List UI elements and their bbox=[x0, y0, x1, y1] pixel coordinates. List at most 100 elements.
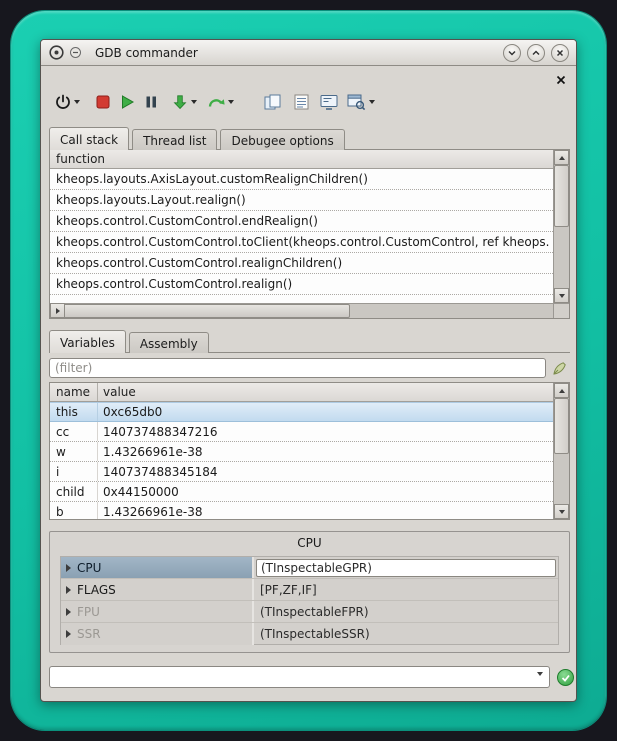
variable-row[interactable]: b 1.43266961e-38 bbox=[50, 502, 553, 519]
step-into-button[interactable] bbox=[172, 94, 197, 110]
register-group-name: SSR bbox=[61, 623, 254, 645]
register-value-cell[interactable]: (TInspectableGPR) bbox=[254, 557, 558, 578]
variable-value: 0xc65db0 bbox=[98, 403, 162, 421]
callstack-panel: function kheops.layouts.AxisLayout.custo… bbox=[49, 149, 570, 319]
variable-value: 140737488345184 bbox=[98, 462, 218, 481]
power-button[interactable] bbox=[55, 94, 80, 110]
window-search-button[interactable] bbox=[347, 94, 375, 111]
scrollbar-thumb[interactable] bbox=[554, 398, 569, 454]
chevron-down-icon[interactable] bbox=[369, 100, 375, 104]
tab-assembly[interactable]: Assembly bbox=[129, 332, 209, 353]
chevron-down-icon[interactable] bbox=[191, 100, 197, 104]
scroll-up-button[interactable] bbox=[554, 383, 569, 398]
register-group-name: FPU bbox=[61, 601, 254, 622]
window-titlebar[interactable]: GDB commander bbox=[41, 40, 576, 66]
variable-row[interactable]: w 1.43266961e-38 bbox=[50, 442, 553, 462]
filter-pen-icon[interactable] bbox=[552, 360, 568, 376]
list-icon bbox=[294, 94, 309, 110]
variable-name: b bbox=[50, 502, 98, 519]
variable-name: i bbox=[50, 462, 98, 481]
scroll-down-button[interactable] bbox=[554, 504, 569, 519]
list-view-button[interactable] bbox=[294, 94, 309, 110]
cpu-register-row[interactable]: FLAGS [PF,ZF,IF] bbox=[61, 579, 558, 601]
callstack-horizontal-scrollbar[interactable] bbox=[50, 303, 553, 318]
command-combobox[interactable] bbox=[49, 666, 550, 688]
variable-row[interactable]: i 140737488345184 bbox=[50, 462, 553, 482]
debug-toolbar bbox=[53, 88, 375, 116]
maximize-button[interactable] bbox=[527, 44, 545, 62]
power-icon bbox=[55, 94, 71, 110]
register-value-cell: [PF,ZF,IF] bbox=[254, 579, 558, 600]
step-into-icon bbox=[172, 94, 188, 110]
scroll-up-button[interactable] bbox=[554, 150, 569, 165]
monitor-view-button[interactable] bbox=[320, 94, 338, 110]
pause-button[interactable] bbox=[144, 95, 158, 109]
chevron-up-icon bbox=[531, 48, 541, 58]
documents-button[interactable] bbox=[264, 94, 282, 110]
gdb-commander-window: GDB commander bbox=[40, 39, 577, 702]
expander-icon[interactable] bbox=[66, 564, 71, 572]
filter-input[interactable] bbox=[49, 358, 546, 378]
close-button[interactable] bbox=[551, 44, 569, 62]
dock-close-icon[interactable] bbox=[555, 71, 567, 83]
arrow-down-icon bbox=[559, 294, 565, 298]
teal-device-frame: GDB commander bbox=[11, 11, 606, 730]
expander-icon[interactable] bbox=[66, 608, 71, 616]
chevron-down-icon[interactable] bbox=[74, 100, 80, 104]
tab-thread-list[interactable]: Thread list bbox=[132, 129, 217, 150]
cpu-register-row[interactable]: FPU (TInspectableFPR) bbox=[61, 601, 558, 623]
callstack-row[interactable]: kheops.control.CustomControl.realign() bbox=[50, 274, 553, 295]
run-button[interactable] bbox=[119, 94, 135, 110]
monitor-icon bbox=[320, 94, 338, 110]
expander-icon[interactable] bbox=[66, 630, 71, 638]
callstack-row[interactable]: kheops.layouts.AxisLayout.customRealignC… bbox=[50, 169, 553, 190]
cpu-register-grid: CPU (TInspectableGPR) FLAGS [PF,ZF,IF] bbox=[60, 556, 559, 645]
scrollbar-thumb[interactable] bbox=[554, 165, 569, 227]
cpu-register-row[interactable]: SSR (TInspectableSSR) bbox=[61, 623, 558, 645]
step-over-button[interactable] bbox=[207, 94, 234, 110]
register-value-editor[interactable]: (TInspectableGPR) bbox=[256, 559, 556, 577]
tab-call-stack[interactable]: Call stack bbox=[49, 127, 129, 150]
cpu-panel-title: CPU bbox=[50, 532, 569, 550]
callstack-row[interactable]: kheops.control.CustomControl.toClient(kh… bbox=[50, 232, 553, 253]
close-icon bbox=[555, 48, 565, 58]
tab-variables[interactable]: Variables bbox=[49, 330, 126, 353]
chevron-down-icon[interactable] bbox=[537, 676, 543, 695]
variables-vertical-scrollbar[interactable] bbox=[553, 383, 569, 519]
callstack-vertical-scrollbar[interactable] bbox=[553, 150, 569, 303]
checkmark-icon bbox=[560, 672, 571, 683]
window-controls bbox=[503, 44, 569, 62]
stop-button[interactable] bbox=[96, 95, 110, 109]
callstack-column-header: function bbox=[50, 150, 553, 169]
callstack-row[interactable]: kheops.control.CustomControl.endRealign(… bbox=[50, 211, 553, 232]
scrollbar-thumb[interactable] bbox=[50, 304, 350, 318]
variable-value: 140737488347216 bbox=[98, 422, 218, 441]
execute-command-button[interactable] bbox=[557, 669, 574, 686]
cpu-register-row[interactable]: CPU (TInspectableGPR) bbox=[61, 557, 558, 579]
shade-button[interactable] bbox=[503, 44, 521, 62]
variable-row[interactable]: child 0x44150000 bbox=[50, 482, 553, 502]
scroll-right-button[interactable] bbox=[50, 303, 65, 318]
scroll-down-button[interactable] bbox=[554, 288, 569, 303]
variables-header: name value bbox=[50, 383, 553, 402]
command-input[interactable] bbox=[54, 668, 529, 686]
documents-icon bbox=[264, 94, 282, 110]
chevron-down-icon bbox=[507, 48, 517, 58]
arrow-up-icon bbox=[559, 156, 565, 160]
callstack-row[interactable]: kheops.control.CustomControl.realignChil… bbox=[50, 253, 553, 274]
callstack-tabbar: Call stack Thread list Debugee options bbox=[49, 127, 348, 150]
variables-list: this 0xc65db0 cc 140737488347216 w 1.432… bbox=[50, 402, 553, 519]
variables-panel: name value this 0xc65db0 cc 140737488347… bbox=[49, 382, 570, 520]
expander-icon[interactable] bbox=[66, 586, 71, 594]
app-menu-icon[interactable] bbox=[69, 46, 82, 59]
variable-row[interactable]: cc 140737488347216 bbox=[50, 422, 553, 442]
tab-debugee-options[interactable]: Debugee options bbox=[220, 129, 344, 150]
variable-row[interactable]: this 0xc65db0 bbox=[50, 402, 553, 422]
register-group-label: CPU bbox=[77, 561, 101, 575]
register-group-label: FPU bbox=[77, 605, 100, 619]
callstack-list: kheops.layouts.AxisLayout.customRealignC… bbox=[50, 169, 553, 303]
chevron-down-icon[interactable] bbox=[228, 100, 234, 104]
callstack-row[interactable]: kheops.layouts.Layout.realign() bbox=[50, 190, 553, 211]
register-group-name: FLAGS bbox=[61, 579, 254, 600]
scrollbar-corner bbox=[553, 303, 569, 318]
